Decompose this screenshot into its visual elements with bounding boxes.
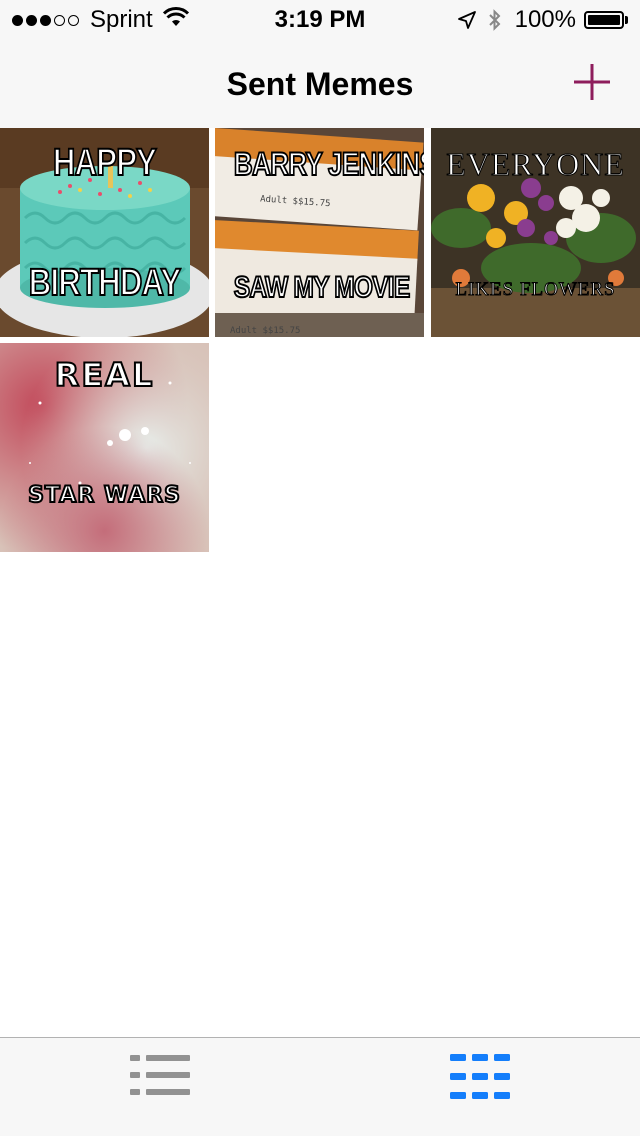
page-title: Sent Memes: [226, 66, 414, 102]
status-bar: Sprint 3:19 PM 100%: [0, 0, 640, 40]
meme-tile-movie[interactable]: Adult $$15.75 Adult $$15.75 BARRY JENKIN…: [215, 128, 424, 337]
meme-bottom-text: STAR WARS: [27, 482, 181, 509]
meme-bottom-text: BIRTHDAY: [28, 261, 182, 305]
battery-tip: [625, 16, 628, 24]
meme-top-text: BARRY JENKINS: [233, 145, 424, 183]
meme-top-text: HAPPY: [52, 141, 158, 185]
tab-grid-view[interactable]: [320, 1038, 640, 1136]
battery-percent: 100%: [514, 6, 576, 33]
grid-icon: [450, 1054, 510, 1099]
navigation-bar: Sent Memes: [0, 40, 640, 128]
meme-top-text: REAL: [54, 356, 155, 394]
meme-top-text: EVERYONE: [446, 146, 625, 183]
tab-list-view[interactable]: [0, 1038, 320, 1136]
add-meme-button[interactable]: [572, 62, 612, 102]
tab-bar: [0, 1037, 640, 1136]
bluetooth-icon: [487, 8, 503, 32]
meme-bottom-text: SAW MY MOVIE: [233, 270, 411, 305]
plus-icon: [574, 64, 610, 100]
meme-tile-starwars[interactable]: REAL STAR WARS: [0, 343, 209, 552]
list-icon: [130, 1055, 190, 1095]
meme-bottom-text: LIKES FLOWERS: [455, 279, 616, 301]
svg-text:Adult $$15.75: Adult $$15.75: [230, 326, 300, 336]
status-bar-right: 100%: [447, 6, 628, 34]
battery-icon: [584, 11, 624, 29]
meme-tile-flowers[interactable]: EVERYONE LIKES FLOWERS: [431, 128, 640, 337]
meme-tile-birthday[interactable]: HAPPY BIRTHDAY: [0, 128, 209, 337]
location-arrow-icon: [457, 10, 477, 30]
